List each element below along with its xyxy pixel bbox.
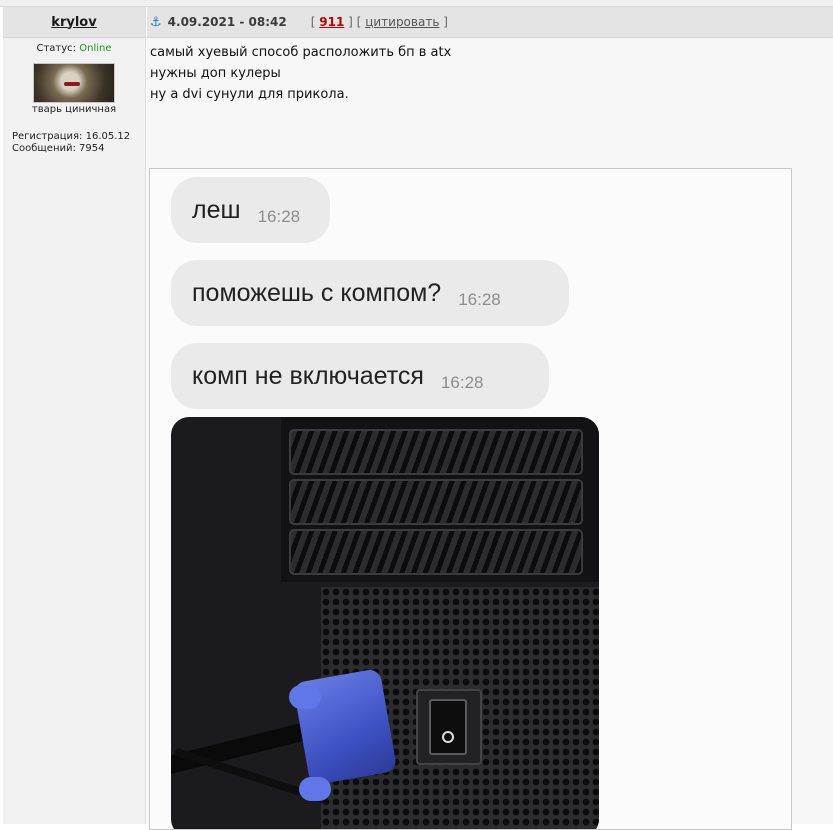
chat-message-text: поможешь с компом? (192, 278, 442, 307)
user-meta: Регистрация: 16.05.12 Сообщений: 7954 (12, 131, 145, 155)
quote-link[interactable]: цитировать (365, 15, 439, 29)
chat-message-text: леш (192, 195, 241, 224)
chat-message-time: 16:28 (458, 290, 501, 309)
registration-date: Регистрация: 16.05.12 (12, 131, 131, 142)
chat-bubble: поможешь с компом? 16:28 (171, 260, 569, 326)
post-count: Сообщений: 7954 (12, 143, 105, 154)
psu-power-switch (429, 699, 467, 755)
chat-bubble: комп не включается 16:28 (171, 343, 549, 409)
user-title: тварь циничная (31, 104, 117, 115)
chat-message-text: комп не включается (192, 361, 424, 390)
chat-message-time: 16:28 (257, 207, 301, 226)
chat-message-time: 16:28 (440, 373, 484, 392)
bracket-close: ] (443, 15, 448, 29)
user-status: Статус: Online (3, 43, 145, 54)
post-line: самый хуевый способ расположить бп в atx (150, 45, 452, 60)
chat-bubble: леш 16:28 (171, 177, 330, 243)
connector-thumbscrew (299, 777, 331, 801)
user-panel: krylov Статус: Online тварь циничная Рег… (3, 7, 146, 824)
post-controls: [ 911 ] [ цитировать ] (311, 15, 448, 29)
post-date: 4.09.2021 - 08:42 (167, 15, 287, 29)
avatar (33, 63, 115, 103)
connector-thumbscrew (289, 685, 321, 709)
bracket-mid: ] [ (348, 15, 362, 29)
pc-rear-photo (171, 417, 599, 829)
bracket-open: [ (310, 15, 316, 29)
status-label: Статус: (36, 43, 77, 54)
post-number-link[interactable]: 911 (319, 15, 344, 29)
top-strip (0, 0, 833, 7)
post-line: нужны доп кулеры (150, 66, 281, 81)
post-header: ⚓ 4.09.2021 - 08:42 [ 911 ] [ цитировать… (147, 7, 833, 38)
username-link[interactable]: krylov (51, 15, 96, 30)
post-line: ну а dvi сунули для прикола. (150, 87, 349, 102)
expansion-slots (281, 417, 599, 582)
embedded-chat-screenshot[interactable]: леш 16:28 поможешь с компом? 16:28 комп … (149, 168, 792, 830)
anchor-icon[interactable]: ⚓ (150, 15, 162, 30)
username-row: krylov (3, 7, 145, 38)
status-online: Online (79, 43, 112, 54)
